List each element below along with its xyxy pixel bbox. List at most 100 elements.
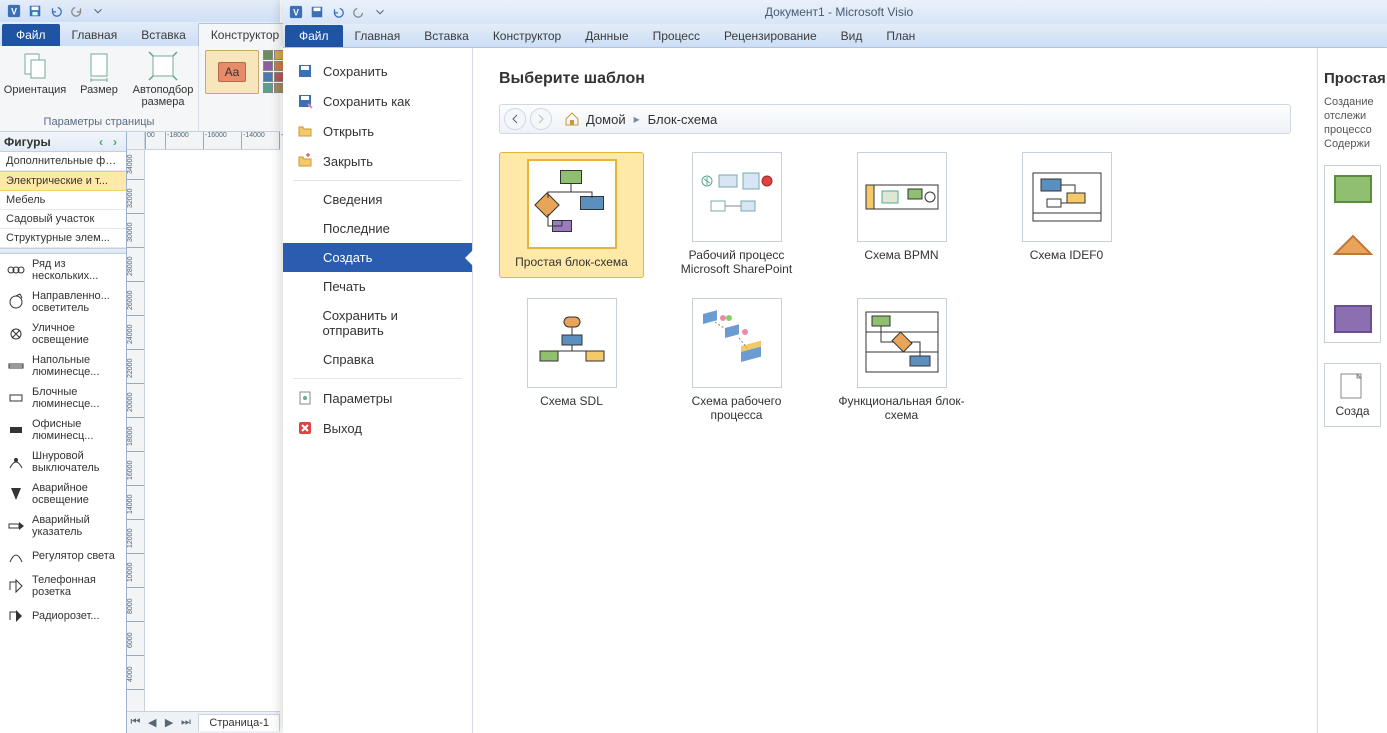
shape-emergency-sign[interactable]: Аварийный указатель <box>0 510 126 542</box>
shape-emergency-light[interactable]: Аварийное освещение <box>0 478 126 510</box>
svg-text:V: V <box>293 8 299 18</box>
shape-cord-switch[interactable]: Шнуровой выключатель <box>0 446 126 478</box>
template-breadcrumb: Домой ▸ Блок-схема <box>499 104 1291 134</box>
page-tab-1[interactable]: Страница-1 <box>198 714 280 731</box>
page-prev-icon[interactable]: ◀ <box>145 715 160 731</box>
qat-undo-icon[interactable] <box>46 2 66 20</box>
tab-designer[interactable]: Конструктор <box>481 25 573 47</box>
tab-view[interactable]: Вид <box>829 25 875 47</box>
orientation-button[interactable]: Ориентация <box>6 50 64 114</box>
autofit-button[interactable]: Автоподбор размера <box>134 50 192 114</box>
create-document-icon <box>1337 372 1369 400</box>
qat-redo-icon[interactable] <box>349 3 369 21</box>
stencil-electrical[interactable]: Электрические и т... <box>0 171 126 191</box>
nav-info[interactable]: Сведения <box>283 185 472 214</box>
stencil-more[interactable]: Дополнительные фи... <box>0 152 126 171</box>
create-label: Созда <box>1335 404 1369 418</box>
template-bpmn[interactable]: Схема BPMN <box>829 152 974 278</box>
tab-home[interactable]: Главная <box>60 24 130 46</box>
win1-titlebar: V <box>0 0 280 22</box>
template-workflow[interactable]: Схема рабочего процесса <box>664 298 809 422</box>
shape-row-lights[interactable]: Ряд из нескольких... <box>0 254 126 286</box>
qat-redo-icon[interactable] <box>67 2 87 20</box>
nav-help[interactable]: Справка <box>283 345 472 374</box>
stencil-structural[interactable]: Структурные элем... <box>0 229 126 248</box>
ribbon-group-themes: Aa <box>199 46 290 131</box>
preview-heading: Простая <box>1324 70 1381 87</box>
shape-spotlight[interactable]: Направленно... осветитель <box>0 286 126 318</box>
tab-review[interactable]: Рецензирование <box>712 25 829 47</box>
visio-app-icon[interactable]: V <box>4 2 24 20</box>
nav-options[interactable]: Параметры <box>283 383 472 413</box>
template-functional-flowchart[interactable]: Функциональная блок-схема <box>829 298 974 422</box>
tab-data[interactable]: Данные <box>573 25 640 47</box>
visio-app-icon[interactable]: V <box>286 3 306 21</box>
template-simple-flowchart[interactable]: Простая блок-схема <box>499 152 644 278</box>
tab-plan[interactable]: План <box>874 25 927 47</box>
theme-palette[interactable] <box>263 50 284 131</box>
shapes-expand-icon[interactable]: › <box>108 135 122 149</box>
shape-radio-socket[interactable]: Радиорозет... <box>0 602 126 630</box>
tab-insert[interactable]: Вставка <box>129 24 198 46</box>
shape-list: Ряд из нескольких... Направленно... осве… <box>0 254 126 630</box>
tab-file[interactable]: Файл <box>285 25 343 47</box>
preview-shape-rect2 <box>1333 304 1373 334</box>
nav-print[interactable]: Печать <box>283 272 472 301</box>
bc-home[interactable]: Домой <box>556 111 634 127</box>
backstage-nav: Сохранить Сохранить как Открыть Закрыть … <box>283 48 473 733</box>
page-last-icon[interactable]: ⏭ <box>179 715 194 731</box>
stencil-garden[interactable]: Садовый участок <box>0 210 126 229</box>
tab-designer[interactable]: Конструктор <box>198 23 292 46</box>
choose-template-heading: Выберите шаблон <box>499 70 1291 88</box>
nav-save[interactable]: Сохранить <box>283 56 472 86</box>
preview-shape-rect <box>1333 174 1373 204</box>
foreground-window: V Документ1 - Microsoft Visio Файл Главн… <box>283 0 1387 733</box>
template-grid: Простая блок-схема Рабочий процесс Micro… <box>499 152 1291 422</box>
nav-save-send[interactable]: Сохранить и отправить <box>283 301 472 345</box>
qat-undo-icon[interactable] <box>328 3 348 21</box>
horizontal-ruler: 00 -18000 -16000 -14000 -12000 <box>145 132 280 150</box>
page-first-icon[interactable]: ⏮ <box>128 715 143 731</box>
shape-office-luminescent[interactable]: Офисные люминесц... <box>0 414 126 446</box>
ribbon-group-page-params: Ориентация Размер Автоподбор размера Пар… <box>0 46 199 131</box>
nav-create[interactable]: Создать <box>283 243 472 272</box>
backstage-view: Сохранить Сохранить как Открыть Закрыть … <box>283 48 1387 733</box>
win2-titlebar: V Документ1 - Microsoft Visio <box>283 0 1387 24</box>
page-next-icon[interactable]: ▶ <box>162 715 177 731</box>
shape-street-light[interactable]: Уличное освещение <box>0 318 126 350</box>
nav-recent[interactable]: Последние <box>283 214 472 243</box>
theme-preview[interactable]: Aa <box>205 50 259 94</box>
nav-open[interactable]: Открыть <box>283 116 472 146</box>
qat-customize-icon[interactable] <box>88 2 108 20</box>
tab-home[interactable]: Главная <box>343 25 413 47</box>
shape-block-luminescent[interactable]: Блочные люминесце... <box>0 382 126 414</box>
bc-forward-icon[interactable] <box>530 108 552 130</box>
nav-save-as[interactable]: Сохранить как <box>283 86 472 116</box>
shapes-title: Фигуры <box>4 135 51 149</box>
background-window: V Файл Главная Вставка Конструктор Ориен… <box>0 0 280 733</box>
bc-back-icon[interactable] <box>504 108 526 130</box>
template-sharepoint-workflow[interactable]: Рабочий процесс Microsoft SharePoint <box>664 152 809 278</box>
bc-flowchart[interactable]: Блок-схема <box>640 112 726 127</box>
nav-close[interactable]: Закрыть <box>283 146 472 176</box>
template-sdl[interactable]: Схема SDL <box>499 298 644 422</box>
stencil-furniture[interactable]: Мебель <box>0 191 126 210</box>
size-button[interactable]: Размер <box>70 50 128 114</box>
shape-phone-socket[interactable]: Телефонная розетка <box>0 570 126 602</box>
shape-floor-luminescent[interactable]: Напольные люминесце... <box>0 350 126 382</box>
nav-exit[interactable]: Выход <box>283 413 472 443</box>
shapes-panel-header: Фигуры ‹ › <box>0 132 126 152</box>
ribbon-group-label: Параметры страницы <box>44 114 155 131</box>
tab-process[interactable]: Процесс <box>641 25 712 47</box>
qat-save-icon[interactable] <box>25 2 45 20</box>
template-idef0[interactable]: Схема IDEF0 <box>994 152 1139 278</box>
tab-insert[interactable]: Вставка <box>412 25 481 47</box>
qat-save-icon[interactable] <box>307 3 327 21</box>
qat-customize-icon[interactable] <box>370 3 390 21</box>
shape-dimmer[interactable]: Регулятор света <box>0 542 126 570</box>
tab-file[interactable]: Файл <box>2 24 60 46</box>
size-label: Размер <box>80 84 118 96</box>
backstage-main: Выберите шаблон Домой ▸ Блок-схема <box>473 48 1317 733</box>
create-button[interactable]: Созда <box>1324 363 1381 427</box>
shapes-collapse-icon[interactable]: ‹ <box>94 135 108 149</box>
